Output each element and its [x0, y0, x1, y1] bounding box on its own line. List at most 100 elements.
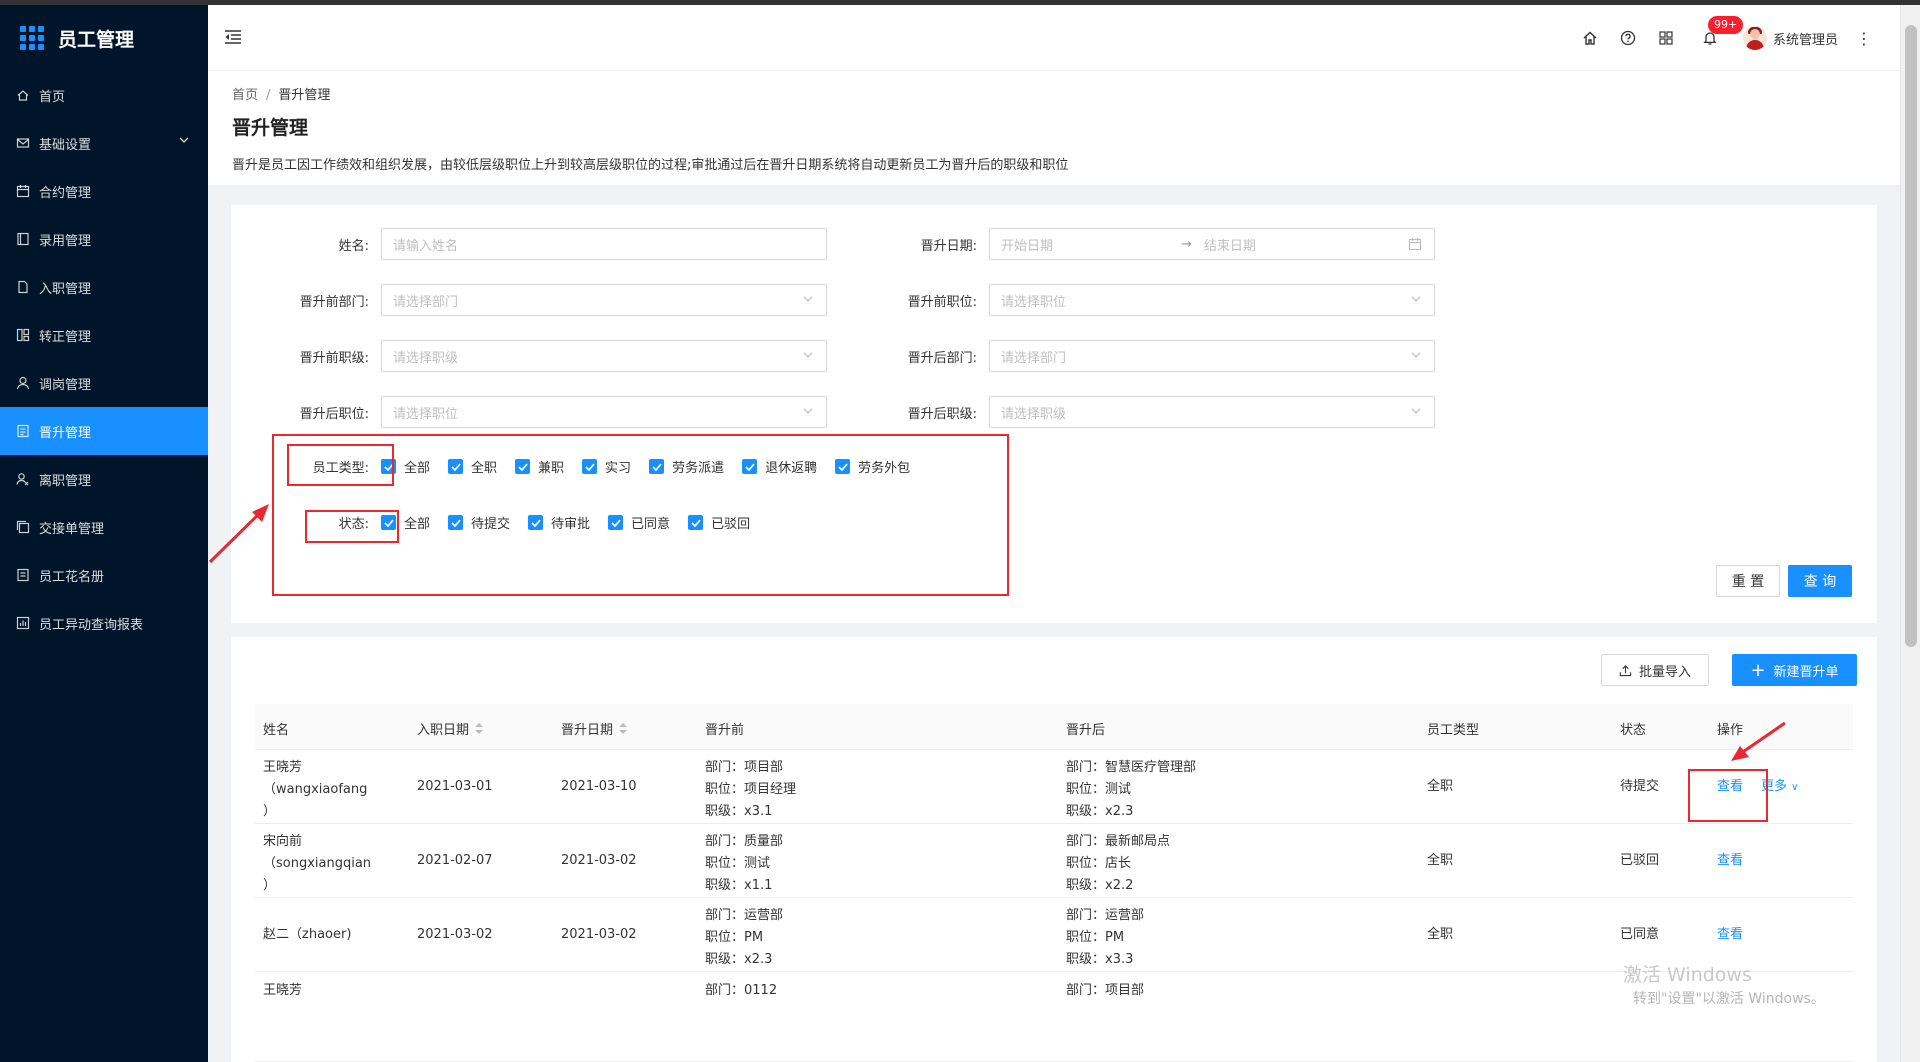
- sort-icon[interactable]: [475, 723, 484, 738]
- col-before: 晋升前: [705, 723, 745, 738]
- table-row: 宋向前 （songxiangqian ） 2021-02-07 2021-03-02 部门…: [255, 824, 1853, 898]
- name-label: 姓名:: [338, 238, 369, 254]
- after-dept-label: 晋升后部门:: [907, 350, 977, 366]
- table-row: 王晓芳 （wangxiaofang ） 2021-03-01 2021-03-10 部门：…: [255, 750, 1853, 824]
- name-input[interactable]: 请输入姓名: [381, 228, 827, 260]
- sidebar-item-1[interactable]: 基础设置: [0, 119, 208, 167]
- cell-after: 部门：最新邮局点 职位：店长 职级：x2.2: [1066, 831, 1170, 897]
- view-link[interactable]: 查看: [1717, 850, 1743, 872]
- before-pos-label: 晋升前职位:: [907, 294, 977, 310]
- cell-name-line: （wangxiaofang: [263, 782, 368, 797]
- logo[interactable]: 员工管理: [0, 5, 208, 71]
- col-promo-date[interactable]: 晋升日期: [561, 719, 628, 738]
- help-icon[interactable]: [1619, 29, 1637, 47]
- sidebar-item-0[interactable]: 首页: [0, 71, 208, 119]
- cell-before-line: 部门：质量部: [705, 834, 784, 849]
- reset-button[interactable]: 重 置: [1716, 565, 1780, 597]
- cell-after-line: 职位：PM: [1066, 930, 1125, 945]
- sidebar-item-6[interactable]: 调岗管理: [0, 359, 208, 407]
- cell-after-line: 职位：店长: [1066, 856, 1132, 871]
- breadcrumb-home[interactable]: 首页: [232, 88, 258, 103]
- col-join-date-label: 入职日期: [417, 723, 470, 738]
- cell-before: 部门：质量部 职位：测试职级：x1.1: [705, 831, 783, 897]
- table-header: 姓名 入职日期 晋升日期 晋升前 晋升后 员工类型 状态 操作: [255, 704, 1853, 750]
- cell-before-line: 职级：x2.3: [705, 952, 773, 967]
- sort-icon[interactable]: [619, 723, 628, 738]
- bell-icon[interactable]: 99+: [1701, 16, 1744, 47]
- chevron-down-icon: [178, 134, 190, 150]
- view-link[interactable]: 查看: [1717, 924, 1743, 946]
- cell-promo-date: 2021-03-10: [561, 779, 637, 794]
- upload-icon: [1619, 664, 1632, 676]
- sidebar-item-11[interactable]: 员工异动查询报表: [0, 599, 208, 647]
- cell-promo-date: 2021-03-02: [561, 927, 637, 942]
- cell-name-line: 王晓芳: [263, 760, 303, 775]
- sidebar-item-9[interactable]: 交接单管理: [0, 503, 208, 551]
- page-scrollbar[interactable]: [1900, 5, 1920, 1062]
- name-placeholder: 请输入姓名: [393, 238, 459, 254]
- date-range-picker[interactable]: 开始日期 → 结束日期: [989, 228, 1435, 260]
- before-level-select[interactable]: 请选择职级: [381, 340, 827, 372]
- chevron-down-icon: [1410, 293, 1422, 309]
- sidebar-item-5[interactable]: 转正管理: [0, 311, 208, 359]
- chevron-down-icon: ∨: [1791, 782, 1799, 793]
- col-promo-date-label: 晋升日期: [561, 723, 614, 738]
- cell-before-line: 职位：项目经理: [705, 782, 797, 797]
- cell-before: 部门：运营部 职位：PM 职级：x2.3: [705, 905, 783, 971]
- cell-before-line: 职级：x1.1: [705, 878, 773, 893]
- chevron-down-icon: [802, 405, 814, 421]
- username[interactable]: 系统管理员: [1773, 29, 1838, 48]
- sidebar-item-4[interactable]: 入职管理: [0, 263, 208, 311]
- chevron-down-icon: [802, 349, 814, 365]
- chevron-down-icon: [1410, 405, 1422, 421]
- user-leave-icon: [16, 472, 30, 486]
- avatar[interactable]: [1742, 26, 1767, 50]
- settings-mail-icon: [16, 136, 30, 150]
- menu-fold-icon[interactable]: [224, 29, 242, 49]
- sidebar-item-2[interactable]: 合约管理: [0, 167, 208, 215]
- cell-before: 部门：0112: [705, 980, 777, 1002]
- arrow-right-icon: →: [1181, 236, 1192, 252]
- sidebar-item-label: 晋升管理: [39, 425, 92, 441]
- cell-status: 已同意: [1620, 927, 1660, 942]
- new-promotion-button[interactable]: + 新建晋升单: [1732, 654, 1857, 686]
- home-icon[interactable]: [1581, 29, 1599, 47]
- after-level-select[interactable]: 请选择职级: [989, 396, 1435, 428]
- chevron-down-icon: [1410, 349, 1422, 365]
- breadcrumb-current: 晋升管理: [278, 88, 331, 103]
- before-pos-select[interactable]: 请选择职位: [989, 284, 1435, 316]
- cell-before-line: 职位：测试: [705, 856, 771, 871]
- sidebar-item-3[interactable]: 录用管理: [0, 215, 208, 263]
- activation-watermark: 激活 Windows: [1623, 964, 1752, 986]
- calendar-icon: [16, 184, 30, 198]
- plus-icon: +: [1750, 659, 1766, 681]
- after-dept-select[interactable]: 请选择部门: [989, 340, 1435, 372]
- cell-after-line: 职级：x3.3: [1066, 952, 1134, 967]
- app-title: 员工管理: [58, 28, 135, 51]
- table-row: 赵二（zhaoer) 2021-03-02 2021-03-02 部门：运营部 职位：P…: [255, 898, 1853, 972]
- scrollbar-thumb[interactable]: [1905, 25, 1917, 647]
- breadcrumb: 首页 / 晋升管理: [232, 88, 331, 103]
- bulk-import-button[interactable]: 批量导入: [1601, 654, 1709, 686]
- end-date-placeholder: 结束日期: [1203, 238, 1256, 254]
- search-button[interactable]: 查 询: [1788, 565, 1852, 597]
- sidebar-item-label: 交接单管理: [39, 521, 105, 537]
- table-row: 王晓芳 部门：0112 部门：项目部: [255, 972, 1853, 1062]
- after-level-label: 晋升后职级:: [907, 406, 977, 422]
- sidebar-item-7[interactable]: 晋升管理: [0, 407, 208, 455]
- sidebar-item-label: 录用管理: [39, 233, 92, 249]
- sidebar-item-8[interactable]: 离职管理: [0, 455, 208, 503]
- col-join-date[interactable]: 入职日期: [417, 719, 484, 738]
- sidebar-item-10[interactable]: 员工花名册: [0, 551, 208, 599]
- cell-name-line: （songxiangqian: [263, 856, 372, 871]
- before-dept-label: 晋升前部门:: [299, 294, 369, 310]
- after-pos-select[interactable]: 请选择职位: [381, 396, 827, 428]
- cell-after-line: 部门：智慧医疗管理部: [1066, 760, 1197, 775]
- activation-watermark-sub: 转到"设置"以激活 Windows。: [1633, 991, 1825, 1007]
- cell-before-line: 职级：x3.1: [705, 804, 773, 819]
- page-title: 晋升管理: [232, 117, 309, 139]
- apps-icon[interactable]: [1657, 29, 1675, 47]
- before-dept-select[interactable]: 请选择部门: [381, 284, 827, 316]
- more-vertical-icon[interactable]: ⋮: [1856, 29, 1872, 48]
- col-name: 姓名: [263, 723, 290, 738]
